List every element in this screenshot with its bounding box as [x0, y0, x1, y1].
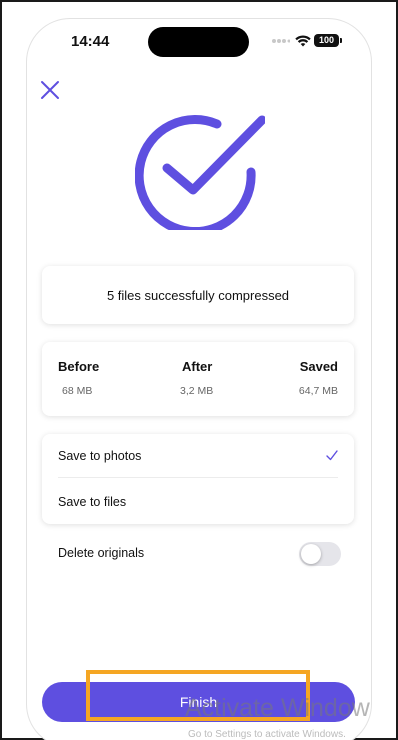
battery-indicator: 100	[314, 34, 342, 47]
after-value: 3,2 MB	[180, 385, 214, 397]
toggle-knob	[301, 544, 321, 564]
before-label: Before	[58, 359, 100, 374]
success-message-card: 5 files successfully compressed	[42, 266, 354, 324]
save-to-photos-option[interactable]: Save to photos	[58, 434, 338, 478]
after-label: After	[182, 359, 213, 374]
status-time: 14:44	[71, 33, 110, 50]
delete-originals-toggle[interactable]	[299, 542, 341, 566]
wifi-icon	[295, 35, 311, 47]
save-to-files-option[interactable]: Save to files	[58, 480, 338, 524]
save-to-photos-label: Save to photos	[58, 448, 142, 463]
finish-button-label: Finish	[179, 694, 218, 710]
saved-value: 64,7 MB	[298, 385, 338, 397]
delete-originals-label: Delete originals	[58, 546, 145, 560]
close-icon[interactable]	[39, 79, 61, 101]
signal-dots-icon	[272, 39, 290, 43]
status-icons	[272, 33, 311, 49]
dynamic-island	[148, 27, 249, 57]
success-message: 5 files successfully compressed	[106, 287, 290, 303]
stats-card: Before After Saved 68 MB 3,2 MB 64,7 MB	[42, 342, 354, 416]
save-options-card: Save to photos Save to files	[42, 434, 354, 524]
before-value: 68 MB	[62, 385, 93, 397]
save-to-files-label: Save to files	[58, 495, 127, 509]
finish-button[interactable]: Finish	[42, 682, 355, 722]
checkmark-circle-icon	[135, 115, 265, 230]
checkmark-icon	[326, 450, 338, 461]
saved-label: Saved	[299, 359, 338, 374]
